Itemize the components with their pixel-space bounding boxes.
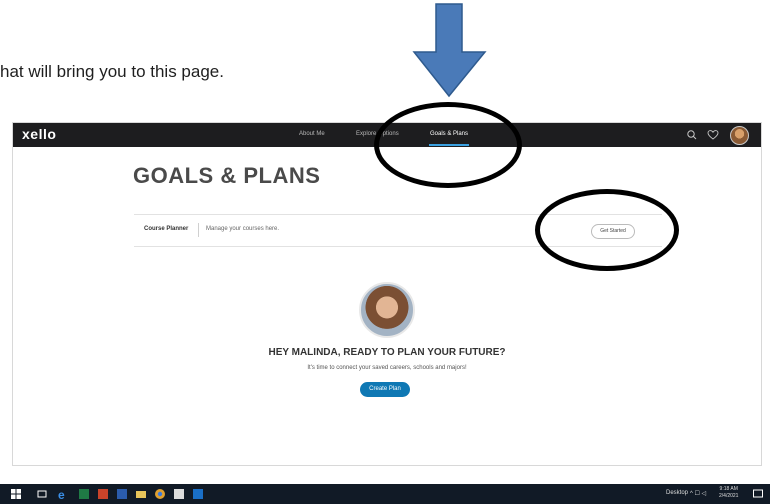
powerpoint-icon[interactable] bbox=[97, 488, 109, 500]
clock[interactable]: 9:18 AM 2/4/2021 bbox=[719, 486, 738, 500]
task-view-icon[interactable] bbox=[36, 488, 48, 500]
clock-time: 9:18 AM bbox=[719, 486, 738, 492]
svg-text:e: e bbox=[58, 488, 65, 500]
get-started-circle-annotation bbox=[535, 189, 679, 271]
page-title: GOALS & PLANS bbox=[133, 163, 321, 188]
notification-icon[interactable] bbox=[752, 488, 764, 500]
heart-icon[interactable] bbox=[706, 128, 720, 142]
course-planner-title: Course Planner bbox=[144, 226, 189, 232]
course-planner-description: Manage your courses here. bbox=[206, 226, 280, 232]
word-icon[interactable] bbox=[116, 488, 128, 500]
chrome-icon[interactable] bbox=[154, 488, 166, 500]
goals-plans-circle-annotation bbox=[374, 102, 522, 188]
desktop-label[interactable]: Desktop bbox=[666, 490, 688, 496]
edge-icon[interactable]: e bbox=[57, 488, 69, 500]
windows-taskbar: e Desktop ^ ☐ ◁ 9:18 AM 2/4/2021 bbox=[0, 484, 770, 504]
tray-icons[interactable]: ^ ☐ ◁ bbox=[690, 490, 706, 497]
profile-photo bbox=[359, 282, 415, 338]
search-icon[interactable] bbox=[685, 128, 699, 142]
xello-logo[interactable]: xello bbox=[22, 126, 56, 142]
clock-date: 2/4/2021 bbox=[719, 493, 739, 499]
greeting-subtext: It's time to connect your saved careers,… bbox=[307, 365, 467, 371]
excel-icon[interactable] bbox=[78, 488, 90, 500]
outlook-icon[interactable] bbox=[192, 488, 204, 500]
app-icon[interactable] bbox=[173, 488, 185, 500]
user-avatar[interactable] bbox=[730, 126, 749, 145]
windows-start-icon[interactable] bbox=[10, 488, 22, 500]
nav-about-me[interactable]: About Me bbox=[299, 131, 325, 137]
instruction-text: hat will bring you to this page. bbox=[0, 62, 224, 81]
card-divider bbox=[198, 223, 199, 237]
file-explorer-icon[interactable] bbox=[135, 488, 147, 500]
xello-app-window: xello About Me Explore Options Goals & P… bbox=[12, 122, 762, 466]
down-arrow-annotation bbox=[412, 3, 487, 98]
create-plan-button[interactable]: Create Plan bbox=[360, 382, 410, 397]
greeting-heading: HEY MALINDA, READY TO PLAN YOUR FUTURE? bbox=[268, 347, 506, 358]
